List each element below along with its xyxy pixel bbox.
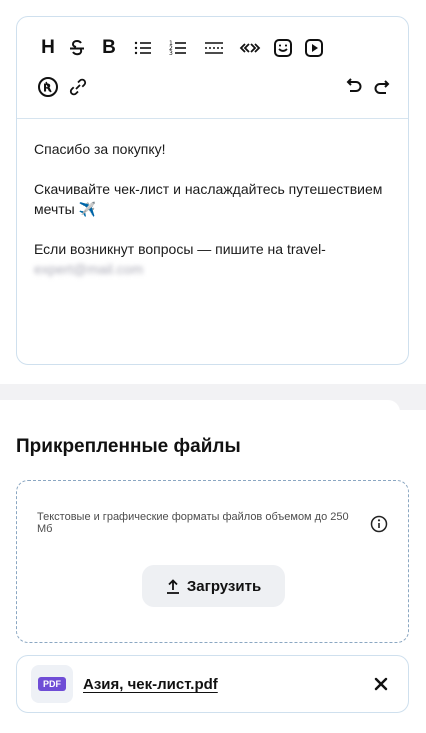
upload-button[interactable]: Загрузить <box>142 565 285 607</box>
quote-icon[interactable] <box>239 37 261 59</box>
numbered-list-icon[interactable]: 123 <box>167 37 189 59</box>
emoji-icon[interactable] <box>272 37 294 59</box>
divider-icon[interactable] <box>203 37 225 59</box>
redo-icon[interactable] <box>371 76 393 98</box>
file-name-link[interactable]: Азия, чек-лист.pdf <box>83 676 218 693</box>
bulleted-list-icon[interactable] <box>132 37 154 59</box>
attachments-title: Прикрепленные файлы <box>16 436 241 457</box>
upload-icon <box>166 578 179 594</box>
editor-paragraph: Спасибо за покупку! <box>34 141 166 157</box>
file-type-tile: PDF <box>31 665 73 703</box>
special-char-icon[interactable]: R <box>37 76 59 98</box>
close-icon[interactable] <box>374 677 388 691</box>
video-icon[interactable] <box>303 37 325 59</box>
editor-content[interactable]: Спасибо за покупку! Скачивайте чек-лист … <box>34 139 388 279</box>
upload-hint: Текстовые и графические форматы файлов о… <box>37 511 349 535</box>
undo-icon[interactable] <box>343 76 365 98</box>
rich-text-editor: H B 123 R Спасибо за покупку! Скачивайте… <box>16 16 409 365</box>
pdf-badge: PDF <box>38 677 66 691</box>
blurred-email: expert@mail.com <box>34 261 144 277</box>
editor-paragraph: Если возникнут вопросы — пишите на trave… <box>34 239 388 279</box>
bold-icon[interactable]: B <box>98 37 120 59</box>
section-card-top <box>0 400 400 414</box>
strikethrough-icon[interactable] <box>66 37 88 59</box>
svg-text:3: 3 <box>169 50 173 57</box>
link-icon[interactable] <box>67 76 89 98</box>
info-icon[interactable] <box>370 515 388 533</box>
heading-icon[interactable]: H <box>37 37 59 59</box>
editor-paragraph: Скачивайте чек-лист и наслаждайтесь путе… <box>34 181 383 217</box>
file-dropzone[interactable]: Текстовые и графические форматы файлов о… <box>16 480 409 643</box>
editor-paragraph-text: Если возникнут вопросы — пишите на trave… <box>34 241 326 257</box>
attached-file-item: PDF Азия, чек-лист.pdf <box>16 655 409 713</box>
upload-button-label: Загрузить <box>186 577 262 595</box>
editor-toolbar: H B 123 R <box>17 17 408 119</box>
